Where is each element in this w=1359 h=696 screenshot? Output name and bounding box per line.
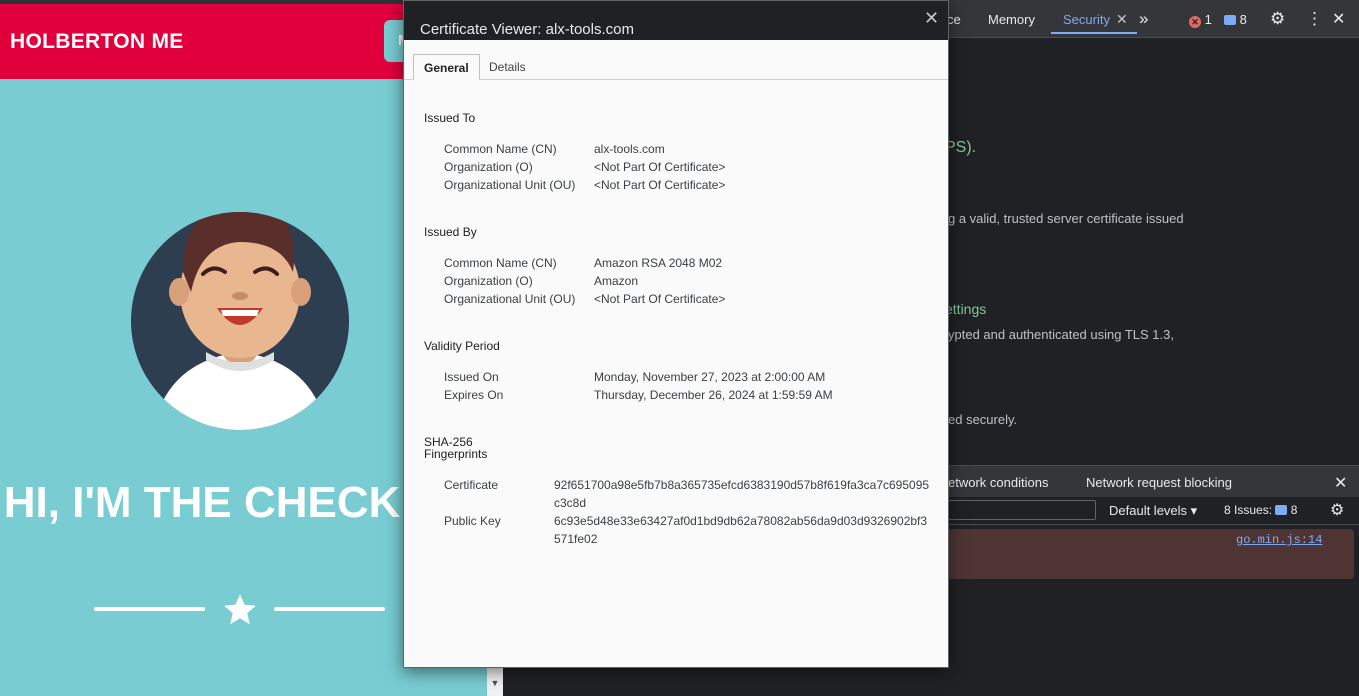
issued-to-heading: Issued To [424,111,476,125]
default-levels-dropdown[interactable]: Default levels ▾ [1109,503,1197,519]
fingerprints-heading-line2: Fingerprints [424,447,488,461]
issued-to-o-label: Organization (O) [444,160,533,174]
active-tab-indicator [1051,32,1137,34]
error-count: 1 [1204,12,1212,27]
tab-network-request-blocking[interactable]: Network request blocking [1086,475,1232,490]
tab-security[interactable]: Security [1063,12,1110,27]
security-cert-line: g a valid, trusted server certificate is… [948,211,1184,226]
validity-heading: Validity Period [424,339,500,353]
issued-on-label: Issued On [444,370,499,384]
issues-message-icon [1275,505,1288,515]
error-count-badge[interactable]: ✕ 1 [1189,12,1212,28]
issued-by-cn-label: Common Name (CN) [444,256,557,270]
dialog-title: Certificate Viewer: alx-tools.com [420,21,634,38]
cert-tab-bar: General Details [404,40,948,80]
tab-details[interactable]: Details [479,54,536,80]
issues-counter[interactable]: 8 Issues: 8 [1224,503,1297,517]
cert-fingerprint-label: Certificate [444,478,499,492]
message-count-badge[interactable]: 8 [1224,12,1247,27]
issued-to-ou-value: <Not Part Of Certificate> [594,178,726,192]
more-tabs-icon[interactable]: » [1139,9,1148,29]
message-count: 8 [1239,12,1247,27]
settings-gear-icon[interactable]: ⚙ [1270,9,1285,29]
issued-by-heading: Issued By [424,225,477,239]
close-dialog-icon[interactable]: ✕ [924,8,939,29]
security-https-line: PS). [945,139,977,156]
issues-label: 8 Issues: [1224,503,1273,517]
error-icon: ✕ [1189,16,1201,28]
site-brand[interactable]: HOLBERTON ME [10,30,184,54]
tab-network-conditions[interactable]: etwork conditions [948,475,1048,490]
dialog-titlebar: Certificate Viewer: alx-tools.com ✕ [404,1,948,40]
expires-on-value: Thursday, December 26, 2024 at 1:59:59 A… [594,388,833,402]
certificate-viewer-dialog: Certificate Viewer: alx-tools.com ✕ Gene… [403,0,949,668]
issued-by-o-label: Organization (O) [444,274,533,288]
issued-to-cn-value: alx-tools.com [594,142,665,156]
star-icon [224,594,256,625]
message-icon [1224,15,1236,25]
issued-to-cn-label: Common Name (CN) [444,142,557,156]
console-source-link[interactable]: go.min.js:14 [1236,533,1322,547]
more-options-icon[interactable]: ⋮ [1306,9,1323,29]
issued-by-ou-value: <Not Part Of Certificate> [594,292,726,306]
security-settings-link[interactable]: ettings [945,301,986,317]
divider-right [274,607,385,611]
divider-left [94,607,205,611]
security-resources-line: ed securely. [948,412,1018,427]
issued-by-cn-value: Amazon RSA 2048 M02 [594,256,723,270]
close-drawer-icon[interactable]: ✕ [1334,473,1347,493]
issued-by-o-value: Amazon [594,274,639,288]
pubkey-fingerprint-label: Public Key [444,514,501,528]
cert-fingerprint-value: 92f651700a98e5fb7b8a365735efcd6383190d57… [554,478,930,510]
issues-count: 8 [1290,503,1298,517]
close-devtools-icon[interactable]: ✕ [1332,9,1345,29]
issued-to-ou-label: Organizational Unit (OU) [444,178,576,192]
tab-general[interactable]: General [413,54,480,80]
issued-by-ou-label: Organizational Unit (OU) [444,292,576,306]
console-settings-gear-icon[interactable]: ⚙ [1330,500,1344,520]
issued-on-value: Monday, November 27, 2023 at 2:00:00 AM [594,370,826,384]
close-tab-icon[interactable]: ✕ [1116,11,1128,28]
pubkey-fingerprint-value: 6c93e5d48e33e63427af0d1bd9db62a78082ab56… [554,514,928,546]
security-tls-line: ypted and authenticated using TLS 1.3, [948,327,1174,342]
tab-memory[interactable]: Memory [988,12,1035,27]
scroll-down-arrow-icon[interactable]: ▼ [487,670,503,694]
issued-to-o-value: <Not Part Of Certificate> [594,160,726,174]
tab-performance[interactable]: ce [947,12,961,27]
expires-on-label: Expires On [444,388,504,402]
avatar-illustration [131,212,349,430]
